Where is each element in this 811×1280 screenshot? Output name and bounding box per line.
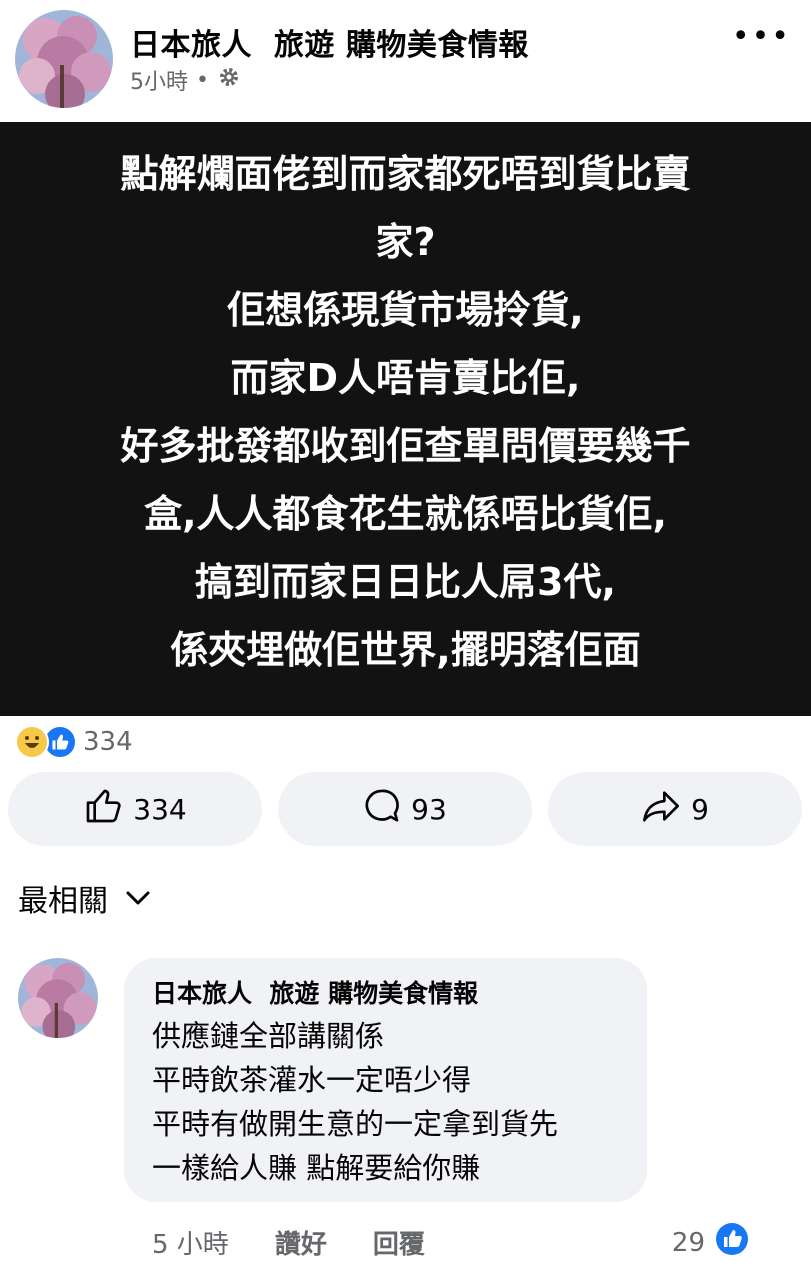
share-arrow-icon <box>641 786 681 833</box>
thumbs-up-icon <box>83 786 123 833</box>
post-line: 佢想係現貨市場拎貨, <box>227 288 584 332</box>
comment-reactions[interactable]: 29 <box>672 1222 749 1263</box>
haha-reaction-icon <box>15 725 49 759</box>
page-avatar[interactable] <box>15 10 113 108</box>
comment-line: 平時有做開生意的一定拿到貨先 <box>152 1107 559 1141</box>
like-button[interactable]: 334 <box>8 772 262 846</box>
post-line: 好多批發都收到佢查單問價要幾千 <box>120 424 691 468</box>
post-text: 點解爛面佬到而家都死唔到貨比賣 家? 佢想係現貨市場拎貨, 而家D人唔肯賣比佢,… <box>18 140 793 684</box>
comment-footer: 5 小時 讚好 回覆 <box>152 1224 425 1261</box>
reaction-count: 334 <box>83 727 133 757</box>
chevron-down-icon <box>124 881 152 916</box>
comment-line: 平時飲茶灌水一定唔少得 <box>152 1063 472 1097</box>
post-line: 點解爛面佬到而家都死唔到貨比賣 <box>120 152 691 196</box>
comment-reply-button[interactable]: 回覆 <box>373 1224 425 1261</box>
more-options-icon[interactable]: ••• <box>732 22 791 52</box>
audience-gear-icon <box>217 65 241 95</box>
page-name[interactable]: 日本旅人 旅遊 購物美食情報 <box>130 20 529 64</box>
post-line: 盒,人人都食花生就係唔比貨佢, <box>144 492 667 536</box>
post-meta: 5小時 • <box>130 64 241 96</box>
comment-author[interactable]: 日本旅人 旅遊 購物美食情報 <box>152 974 619 1010</box>
post-line: 而家D人唔肯賣比佢, <box>230 356 581 400</box>
post-line: 搞到而家日日比人屌3代, <box>195 560 616 604</box>
post-time[interactable]: 5小時 <box>130 64 188 96</box>
comment-line: 供應鏈全部講關係 <box>152 1019 385 1053</box>
comment-count: 93 <box>411 792 447 826</box>
comment-bubble[interactable]: 日本旅人 旅遊 購物美食情報 供應鏈全部講關係 平時飲茶灌水一定唔少得 平時有做… <box>124 958 647 1202</box>
like-reaction-icon <box>715 1222 749 1263</box>
commenter-avatar[interactable] <box>18 958 98 1038</box>
comment-time[interactable]: 5 小時 <box>152 1224 229 1261</box>
reaction-summary[interactable]: 334 <box>15 725 133 759</box>
share-button[interactable]: 9 <box>548 772 802 846</box>
comment-button[interactable]: 93 <box>278 772 532 846</box>
comment-like-button[interactable]: 讚好 <box>275 1224 327 1261</box>
meta-separator: • <box>196 67 209 93</box>
comment-line: 一樣給人賺 點解要給你賺 <box>152 1151 481 1185</box>
post-line: 係夾埋做佢世界,擺明落佢面 <box>170 628 641 672</box>
comment-like-count: 29 <box>671 1227 705 1258</box>
sort-label: 最相關 <box>18 884 108 919</box>
comment-sort-dropdown[interactable]: 最相關 <box>18 876 152 920</box>
comment-bubble-icon <box>363 787 401 832</box>
post-line: 家? <box>375 220 436 264</box>
share-count: 9 <box>691 792 709 826</box>
like-count: 334 <box>133 792 187 826</box>
